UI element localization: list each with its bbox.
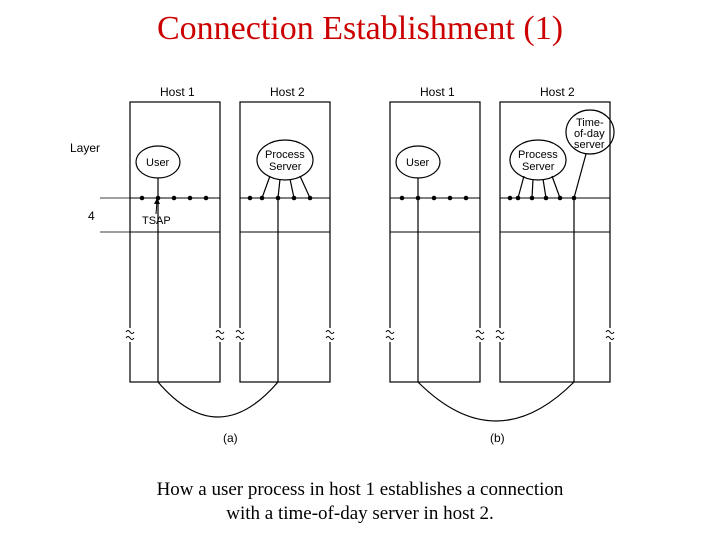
- caption-line-1: How a user process in host 1 establishes…: [157, 479, 564, 500]
- sublabel-a: (a): [223, 431, 238, 445]
- caption-line-2: with a time-of-day server in host 2.: [226, 503, 494, 524]
- panel-a: Host 1 User Host 2 Process Server: [126, 85, 334, 445]
- panel-b: Host 1 User Host 2 Process Server Time- …: [386, 85, 614, 445]
- user-label-a: User: [146, 157, 170, 169]
- diagram: Host 1 User Host 2 Process Server: [70, 82, 660, 462]
- host1-label-a: Host 1: [160, 85, 195, 99]
- layer-4-label: 4: [88, 209, 95, 223]
- host1-label-b: Host 1: [420, 85, 455, 99]
- caption: How a user process in host 1 establishes…: [0, 478, 720, 526]
- host2-label-b: Host 2: [540, 85, 575, 99]
- page-title: Connection Establishment (1): [0, 10, 720, 48]
- process-label-b: Process: [518, 149, 558, 161]
- server-label-a: Server: [269, 161, 302, 173]
- tod-label-3: server: [574, 139, 605, 151]
- sublabel-b: (b): [490, 431, 505, 445]
- tsap-label: TSAP: [142, 215, 171, 227]
- process-label-a: Process: [265, 149, 305, 161]
- layer-label: Layer: [70, 141, 100, 155]
- host2-label-a: Host 2: [270, 85, 305, 99]
- user-label-b: User: [406, 157, 430, 169]
- server-label-b: Server: [522, 161, 555, 173]
